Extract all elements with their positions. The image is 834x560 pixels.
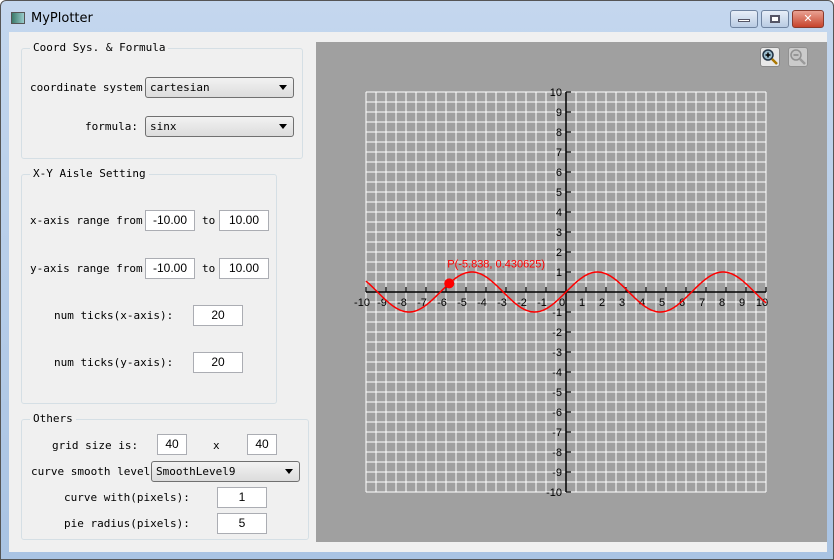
smooth-level-select[interactable]: SmoothLevel9 xyxy=(151,461,300,482)
x-tick-label: -6 xyxy=(437,297,447,309)
coord-system-select[interactable]: cartesian xyxy=(145,77,294,98)
close-icon: ✕ xyxy=(803,12,813,25)
group-title: Coord Sys. & Formula xyxy=(30,41,169,54)
x-tick-label: -8 xyxy=(397,297,407,309)
y-from-input[interactable]: -10.00 xyxy=(145,258,195,279)
y-tick-label: -2 xyxy=(552,327,562,339)
x-tick-label: -5 xyxy=(457,297,467,309)
smooth-level-value: SmoothLevel9 xyxy=(156,465,236,478)
y-ticks-label: num ticks(y-axis): xyxy=(54,356,174,369)
y-tick-label: -8 xyxy=(552,447,562,459)
x-tick-label: -4 xyxy=(477,297,487,309)
plot-panel: -10 -9 -8 -7 -6 -5 -4 -3 -2 -1 0 1 2 3 4 5 6 7 8 9 10 -10 -9 -8… xyxy=(316,42,827,542)
coord-system-label: coordinate system: xyxy=(30,81,150,94)
point-label: P(-5.838, 0.430625) xyxy=(447,258,545,270)
x-tick-label: 9 xyxy=(739,297,745,309)
y-tick-label: 9 xyxy=(556,107,562,119)
xy-setting-group: X-Y Aisle Setting x-axis range from: -10… xyxy=(21,167,277,404)
x-tick-label: 5 xyxy=(659,297,665,309)
pie-radius-label: pie radius(pixels): xyxy=(64,517,190,530)
x-tick-label: 7 xyxy=(699,297,705,309)
formula-label: formula: xyxy=(85,120,138,133)
y-tick-label: -3 xyxy=(552,347,562,359)
x-tick-label: 3 xyxy=(619,297,625,309)
formula-value: sinx xyxy=(150,120,177,133)
x-tick-label: 8 xyxy=(719,297,725,309)
grid-x-input[interactable]: 40 xyxy=(157,434,187,455)
y-range-label: y-axis range from: xyxy=(30,262,150,275)
x-tick-label: -3 xyxy=(497,297,507,309)
y-tick-label: 10 xyxy=(550,87,562,99)
y-tick-label: 2 xyxy=(556,247,562,259)
x-tick-label: -2 xyxy=(517,297,527,309)
curve-width-label: curve with(pixels): xyxy=(64,491,190,504)
grid-y-input[interactable]: 40 xyxy=(247,434,277,455)
x-from-input[interactable]: -10.00 xyxy=(145,210,195,231)
to-label: to xyxy=(202,262,216,275)
y-tick-label: 1 xyxy=(556,267,562,279)
x-label: x xyxy=(213,439,220,452)
chevron-down-icon xyxy=(279,85,287,90)
formula-select[interactable]: sinx xyxy=(145,116,294,137)
pie-radius-input[interactable]: 5 xyxy=(217,513,267,534)
x-tick-label: 1 xyxy=(579,297,585,309)
y-tick-label: 5 xyxy=(556,187,562,199)
y-tick-label: 4 xyxy=(556,207,562,219)
grid-size-label: grid size is: xyxy=(52,439,139,452)
x-ticks-label: num ticks(x-axis): xyxy=(54,309,174,322)
chevron-down-icon xyxy=(285,469,293,474)
y-ticks-input[interactable]: 20 xyxy=(193,352,243,373)
chevron-down-icon xyxy=(279,124,287,129)
window-title: MyPlotter xyxy=(31,11,93,26)
to-label: to xyxy=(202,214,216,227)
y-tick-label: -1 xyxy=(552,307,562,319)
x-ticks-input[interactable]: 20 xyxy=(193,305,243,326)
minimize-button[interactable] xyxy=(730,10,758,28)
y-tick-label: -6 xyxy=(552,407,562,419)
group-title: Others xyxy=(30,412,76,425)
y-tick-label: 3 xyxy=(556,227,562,239)
y-to-input[interactable]: 10.00 xyxy=(219,258,269,279)
y-tick-label: 6 xyxy=(556,167,562,179)
y-tick-label: -9 xyxy=(552,467,562,479)
close-button[interactable]: ✕ xyxy=(792,10,824,28)
y-tick-label: -5 xyxy=(552,387,562,399)
coord-system-value: cartesian xyxy=(150,81,210,94)
plot-canvas[interactable]: -10 -9 -8 -7 -6 -5 -4 -3 -2 -1 0 1 2 3 4 5 6 7 8 9 10-10-9-8… xyxy=(316,42,827,542)
x-to-input[interactable]: 10.00 xyxy=(219,210,269,231)
coord-formula-group: Coord Sys. & Formula coordinate system: … xyxy=(21,41,303,159)
y-tick-label: -10 xyxy=(546,487,562,499)
y-tick-label: 8 xyxy=(556,127,562,139)
x-tick-label: -10 xyxy=(354,297,370,309)
app-icon xyxy=(11,12,25,24)
main-window: MyPlotter ✕ Coord Sys. & Formula coordin… xyxy=(0,0,834,560)
maximize-button[interactable] xyxy=(761,10,789,28)
x-tick-label: 2 xyxy=(599,297,605,309)
curve-width-input[interactable]: 1 xyxy=(217,487,267,508)
x-tick-label: -1 xyxy=(537,297,547,309)
y-tick-label: 7 xyxy=(556,147,562,159)
y-tick-label: -7 xyxy=(552,427,562,439)
maximize-icon xyxy=(770,15,780,23)
group-title: X-Y Aisle Setting xyxy=(30,167,149,180)
others-group: Others grid size is: 40 x 40 curve smoot… xyxy=(21,412,309,540)
point-marker xyxy=(444,278,455,289)
y-tick-label: -4 xyxy=(552,367,562,379)
minimize-icon xyxy=(738,19,750,22)
x-range-label: x-axis range from: xyxy=(30,214,150,227)
smooth-level-label: curve smooth level: xyxy=(31,465,157,478)
